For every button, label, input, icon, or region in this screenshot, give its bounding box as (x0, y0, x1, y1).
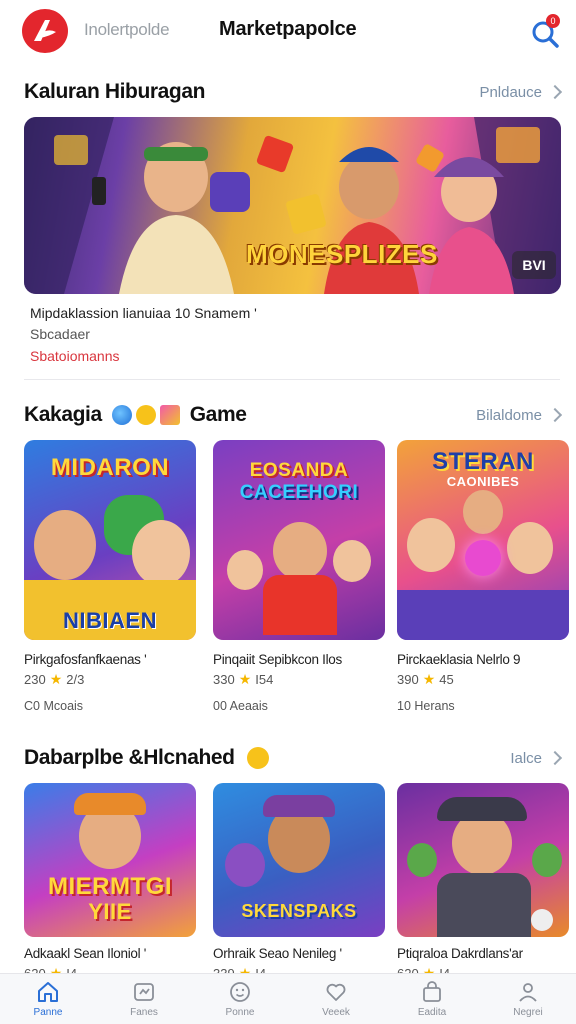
game-name: Orhraik Seao Nenileg ' (213, 946, 342, 961)
game-rating: 230 ★ 2/3 (24, 671, 196, 688)
nav-item-games[interactable]: Fanes (96, 974, 192, 1024)
smile-icon (230, 982, 250, 1002)
nav-label: Negrei (513, 1007, 543, 1018)
rating-suffix: I54 (255, 672, 274, 687)
recommended-section-title: Dabarplbe &Hlcnahed (24, 746, 269, 770)
nav-item-apps[interactable]: Ponne (192, 974, 288, 1024)
chevron-right-icon (547, 407, 563, 423)
thumb-title: MIDARON (50, 454, 170, 481)
games-title-text: Kakagia (24, 403, 102, 426)
banner-subtext: Sbcadaer (30, 326, 90, 342)
chevron-right-icon (547, 84, 563, 100)
heart-icon (326, 983, 346, 1001)
games-section-header: Kakagia Game Bilaldome (24, 400, 563, 430)
recommended-section-header: Dabarplbe &Hlcnahed Ialce (24, 743, 563, 773)
game-thumbnail (397, 783, 569, 937)
games-see-all-link[interactable]: Bilaldome (476, 406, 563, 424)
game-downloads: 00 Aeaais (213, 699, 268, 713)
play-icon[interactable] (531, 909, 553, 931)
games-icon (134, 983, 154, 1001)
globe-emoji-icon (111, 405, 132, 425)
thumb-title: SKENSPAKS (241, 901, 357, 921)
chevron-right-icon (547, 750, 563, 766)
smile-emoji-icon (246, 747, 269, 769)
featured-banner[interactable]: MONESPLIZES BVI (24, 117, 561, 294)
featured-title: Kaluran Hiburagan (24, 80, 206, 103)
game-thumbnail: SKENSPAKS (213, 783, 385, 937)
search-button[interactable]: 0 (526, 12, 566, 52)
nav-label: Eadita (417, 1007, 447, 1018)
featured-see-all-link[interactable]: Pnldauce (479, 83, 563, 101)
game-downloads: C0 Mcoais (24, 699, 84, 713)
star-icon: ★ (238, 671, 252, 687)
nav-item-wishlist[interactable]: Veeek (288, 974, 384, 1024)
rating-value: 330 (213, 672, 235, 687)
game-rating: 330 ★ I54 (213, 671, 385, 688)
thumb-subtitle: YIIE (88, 899, 132, 924)
games-title-suffix: Game (189, 403, 247, 426)
game-name: Pirkgafosfanfkaenas ' (24, 652, 147, 667)
store-title: Marketpapolce (219, 18, 357, 40)
banner-title: MONESPLIZES (246, 239, 438, 269)
game-card[interactable]: MIDARON NIBIAEN Pirkgafosfanfkaenas ' 23… (24, 440, 196, 713)
thumb-title: MIERMTGI (48, 873, 172, 900)
bottom-navigation: Panne Fanes Ponne Veeek Eadita Negrei (0, 973, 576, 1024)
game-name: Pinqaiit Sepibkcon Ilos (213, 652, 342, 667)
app-header: Inolertpolde Marketpapolce 0 (0, 0, 576, 64)
notification-badge: 0 (546, 14, 560, 28)
game-card[interactable]: SKENSPAKS Orhraik Seao Nenileg ' 339 ★ I… (213, 783, 385, 982)
featured-link-label: Pnldauce (479, 83, 542, 101)
thumb-title: EOSANDA (249, 460, 349, 481)
nav-item-profile[interactable]: Negrei (480, 974, 576, 1024)
game-name: Pirckaeklasia Nelrlo 9 (397, 652, 521, 667)
game-card[interactable]: Ptiqraloa Dakrdlans'ar 620 ★ I4 (397, 783, 569, 982)
game-thumbnail: MIERMTGI YIIE (24, 783, 196, 937)
games-section-title: Kakagia Game (24, 403, 247, 427)
game-name: Adkaakl Sean Iloniol ' (24, 946, 147, 961)
rating-value: 230 (24, 672, 46, 687)
recommended-link-label: Ialce (510, 749, 542, 767)
banner-badge: BVI (512, 251, 556, 279)
game-card[interactable]: STERAN CAONIBES Pirckaeklasia Nelrlo 9 3… (397, 440, 569, 713)
game-thumbnail: EOSANDA CACEEHORI (213, 440, 385, 640)
bag-icon (423, 981, 441, 1002)
game-downloads: 10 Herans (397, 699, 455, 713)
game-card[interactable]: MIERMTGI YIIE Adkaakl Sean Iloniol ' 620… (24, 783, 196, 982)
store-subtitle: Inolertpolde (84, 20, 170, 39)
star-icon: ★ (422, 671, 436, 687)
banner-caption: Mipdaklassion lianuiaa 10 Snamem ' (30, 305, 257, 321)
nav-label: Ponne (225, 1007, 255, 1018)
profile-icon (519, 983, 537, 1002)
nav-label: Panne (33, 1007, 63, 1018)
home-icon (38, 982, 58, 1002)
star-icon: ★ (49, 671, 63, 687)
nav-label: Fanes (130, 1007, 158, 1018)
logo-icon (34, 20, 56, 41)
games-link-label: Bilaldome (476, 406, 542, 424)
recommended-title-text: Dabarplbe &Hlcnahed (24, 746, 235, 769)
nav-item-library[interactable]: Eadita (384, 974, 480, 1024)
rating-suffix: 45 (439, 672, 454, 687)
cube-emoji-icon (159, 405, 180, 425)
rating-value: 390 (397, 672, 419, 687)
nav-item-home[interactable]: Panne (0, 974, 96, 1024)
nav-label: Veeek (322, 1007, 350, 1018)
section-divider (24, 379, 560, 380)
thumb-subtitle: CAONIBES (446, 474, 520, 489)
banner-cta-link[interactable]: Sbatoiomanns (30, 348, 120, 364)
game-card[interactable]: EOSANDA CACEEHORI Pinqaiit Sepibkcon Ilo… (213, 440, 385, 713)
game-thumbnail: MIDARON NIBIAEN (24, 440, 196, 640)
game-name: Ptiqraloa Dakrdlans'ar (397, 946, 523, 961)
thumb-subtitle: NIBIAEN (63, 608, 157, 633)
smile-emoji-icon (135, 405, 156, 425)
game-thumbnail: STERAN CAONIBES (397, 440, 569, 640)
thumb-title: STERAN (432, 448, 534, 475)
thumb-subtitle: CACEEHORI (239, 482, 359, 503)
featured-section-header: Kaluran Hiburagan Pnldauce (24, 77, 563, 107)
recommended-see-all-link[interactable]: Ialce (510, 749, 563, 767)
rating-suffix: 2/3 (66, 672, 85, 687)
game-rating: 390 ★ 45 (397, 671, 569, 688)
app-logo[interactable] (22, 9, 68, 53)
